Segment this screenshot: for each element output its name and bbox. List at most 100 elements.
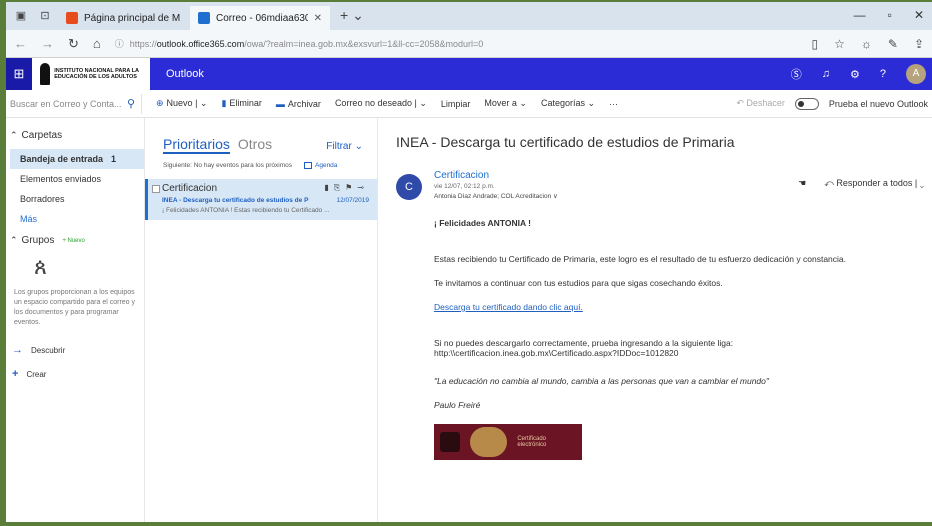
folder-more-link[interactable]: Más [10, 209, 144, 229]
unread-count: 1 [111, 154, 117, 164]
app-launcher-icon[interactable]: ⊞ [6, 58, 32, 90]
close-tab-icon[interactable]: ✕ [314, 13, 322, 24]
favorite-star-icon[interactable]: ☆ [834, 37, 845, 51]
certificate-url[interactable]: http:\\certificacion.inea.gob.mx\Certifi… [434, 348, 679, 358]
groups-header[interactable]: ⌃ Grupos + Nuevo [10, 235, 144, 246]
user-avatar[interactable]: A [906, 64, 926, 84]
message-list: Prioritarios Otros Filtrar ⌄ Siguiente: … [144, 118, 378, 522]
minimize-icon[interactable]: — [854, 8, 866, 22]
office-favicon-icon [66, 12, 78, 24]
fallback-text: Si no puedes descargarlo correctamente, … [434, 338, 734, 348]
tab-label: Correo - 06mdiaa63061 [216, 12, 308, 24]
expand-recipients-icon[interactable]: ∨ [553, 193, 558, 200]
recipients: Antonia Díaz Andrade; COL Acreditacion ∨ [434, 192, 558, 200]
forward-icon[interactable]: → [41, 36, 54, 51]
new-group-link[interactable]: + Nuevo [62, 238, 85, 244]
outlook-favicon-icon [198, 12, 210, 24]
junk-label: Correo no deseado [334, 98, 412, 108]
address-input[interactable]: ⓘ https://outlook.office365.com/owa/?rea… [115, 37, 804, 50]
skype-icon[interactable]: Ⓢ [791, 66, 802, 82]
set-aside-tabs-icon[interactable]: ⊡ [38, 9, 52, 23]
new-outlook-toggle[interactable] [794, 97, 819, 110]
notifications-bell-icon[interactable]: ♫ [822, 68, 830, 80]
url-scheme: https:// [129, 38, 157, 49]
like-icon[interactable]: ☚ [798, 178, 806, 189]
move-label: Mover a [484, 98, 517, 108]
new-button[interactable]: ⊕ Nuevo | ⌄ [156, 98, 207, 109]
home-icon[interactable]: ⌂ [93, 36, 101, 51]
select-checkbox[interactable] [152, 185, 160, 194]
sender-name[interactable]: Certificacion [434, 170, 558, 181]
folder-sent[interactable]: Elementos enviados [10, 169, 144, 189]
reading-pane: INEA - Descarga tu certificado de estudi… [378, 118, 932, 522]
tab-actions-icon[interactable]: ▣ [14, 9, 28, 23]
browser-tab-mail[interactable]: Correo - 06mdiaa63061 ✕ [190, 6, 330, 30]
delete-label: Eliminar [229, 98, 262, 108]
sender-avatar[interactable]: C [396, 174, 422, 200]
categories-button[interactable]: Categorías ⌄ [541, 98, 595, 109]
search-placeholder: Buscar en Correo y Conta... [10, 98, 122, 109]
inbox-tabs: Prioritarios Otros Filtrar ⌄ [145, 122, 377, 160]
search-icon[interactable]: ⚲ [127, 97, 135, 110]
chevron-up-icon: ⌃ [10, 130, 18, 140]
groups-people-icon: ጰ [34, 254, 48, 279]
mark-read-icon[interactable]: ⎘ [334, 183, 345, 192]
app-name[interactable]: Outlook [166, 68, 204, 80]
close-window-icon[interactable]: ✕ [914, 8, 924, 22]
agenda-link[interactable]: Agenda [304, 162, 337, 169]
folders-header[interactable]: ⌃ Carpetas [10, 130, 144, 141]
filter-label: Filtrar [326, 141, 352, 152]
email-paragraph: Te invitamos a continuar con tus estudio… [434, 278, 723, 288]
sweep-button[interactable]: Limpiar [441, 99, 471, 109]
restore-icon[interactable]: ▫ [888, 8, 892, 22]
delete-button[interactable]: ▮ Eliminar [221, 98, 261, 109]
search-input[interactable]: Buscar en Correo y Conta... ⚲ [8, 93, 142, 114]
folder-drafts[interactable]: Borradores [10, 189, 144, 209]
command-bar-right: ↶ Deshacer Prueba el nuevo Outlook [736, 97, 932, 110]
create-label: Crear [26, 369, 47, 379]
arrow-right-icon: → [12, 344, 23, 356]
more-commands-button[interactable]: ··· [609, 99, 618, 109]
tab-focused[interactable]: Prioritarios [163, 136, 230, 154]
discover-groups-button[interactable]: → Descubrir [10, 338, 144, 362]
archive-label: Archivar [287, 98, 321, 109]
browser-tab-office-home[interactable]: Página principal de Microso [58, 6, 188, 30]
create-group-button[interactable]: + Crear [10, 362, 144, 386]
flag-icon[interactable]: ⚑ [345, 183, 357, 192]
help-icon[interactable]: ? [880, 68, 886, 80]
reading-view-icon[interactable]: ▯ [812, 37, 819, 51]
back-icon[interactable]: ← [14, 36, 27, 51]
settings-gear-icon[interactable]: ⚙ [850, 68, 860, 81]
favorites-hub-icon[interactable]: ☼ [861, 37, 872, 51]
download-link[interactable]: Descarga tu certificado dando clic aquí. [434, 302, 932, 312]
trash-icon[interactable]: ▮ [324, 183, 333, 192]
refresh-icon[interactable]: ↻ [68, 36, 79, 52]
junk-button[interactable]: Correo no deseado | ⌄ [335, 98, 427, 109]
certificate-emblem-icon [469, 427, 508, 457]
command-bar: Buscar en Correo y Conta... ⚲ ⊕ Nuevo | ⌄… [6, 90, 932, 118]
recipient-list: Antonia Díaz Andrade; COL Acreditacion [434, 193, 552, 200]
plus-circle-icon: ⊕ [156, 98, 164, 108]
folder-label: Bandeja de entrada [20, 154, 104, 164]
message-item[interactable]: Certificacion ▮⎘⚑⊸ INEA - Descarga tu ce… [145, 179, 377, 221]
upcoming-events-line: Siguiente: No hay eventos para los próxi… [145, 160, 377, 169]
pen-icon[interactable]: ✎ [888, 37, 898, 51]
new-tab-button[interactable]: + ⌄ [332, 7, 372, 30]
pin-icon[interactable]: ⊸ [357, 183, 369, 192]
certificate-banner-image: Certificado electrónico [434, 424, 582, 460]
groups-header-label: Grupos [21, 235, 55, 246]
try-new-outlook-label: Prueba el nuevo Outlook [828, 98, 928, 109]
org-logo-text: INSTITUTO NACIONAL PARA LA EDUCACIÓN DE … [54, 68, 139, 80]
email-body: ¡ Felicidades ANTONIA ! Estas recibiendo… [434, 218, 932, 460]
tab-other[interactable]: Otros [238, 136, 272, 152]
filter-button[interactable]: Filtrar ⌄ [326, 141, 363, 152]
archive-button[interactable]: ▬ Archivar [276, 99, 321, 109]
undo-button[interactable]: ↶ Deshacer [736, 98, 785, 109]
archive-icon: ▬ [275, 98, 285, 109]
org-logo: INSTITUTO NACIONAL PARA LA EDUCACIÓN DE … [32, 58, 150, 90]
move-to-button[interactable]: Mover a ⌄ [484, 98, 527, 109]
folder-inbox[interactable]: Bandeja de entrada 1 [10, 149, 144, 169]
message-sender: Certificacion [162, 183, 218, 195]
share-icon[interactable]: ⇪ [914, 37, 924, 51]
reply-all-button[interactable]: ⤺ Responder a todos | ⌄ [824, 178, 924, 189]
